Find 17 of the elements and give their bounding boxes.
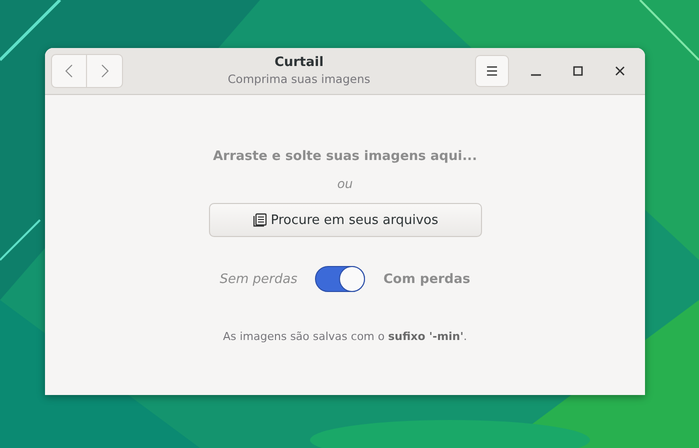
window-subtitle: Comprima suas imagens — [228, 71, 370, 87]
chevron-right-icon — [100, 64, 108, 78]
document-icon — [252, 212, 268, 228]
browse-button[interactable]: Procure em seus arquivos — [208, 203, 482, 237]
minimize-icon — [531, 74, 541, 76]
drop-hint: Arraste e solte suas imagens aqui... — [212, 149, 478, 164]
compression-switch[interactable] — [315, 266, 366, 292]
suffix-note: As imagens são salvas com o sufixo '-min'. — [222, 330, 468, 343]
menu-icon — [486, 66, 498, 76]
lossy-label: Com perdas — [383, 272, 470, 286]
lossless-label: Sem perdas — [220, 272, 298, 286]
menu-button[interactable] — [475, 55, 509, 87]
maximize-icon — [573, 66, 583, 76]
separator-text: ou — [337, 176, 353, 191]
close-icon — [615, 66, 625, 76]
chevron-left-icon — [65, 64, 73, 78]
window-title: Curtail — [274, 55, 324, 71]
